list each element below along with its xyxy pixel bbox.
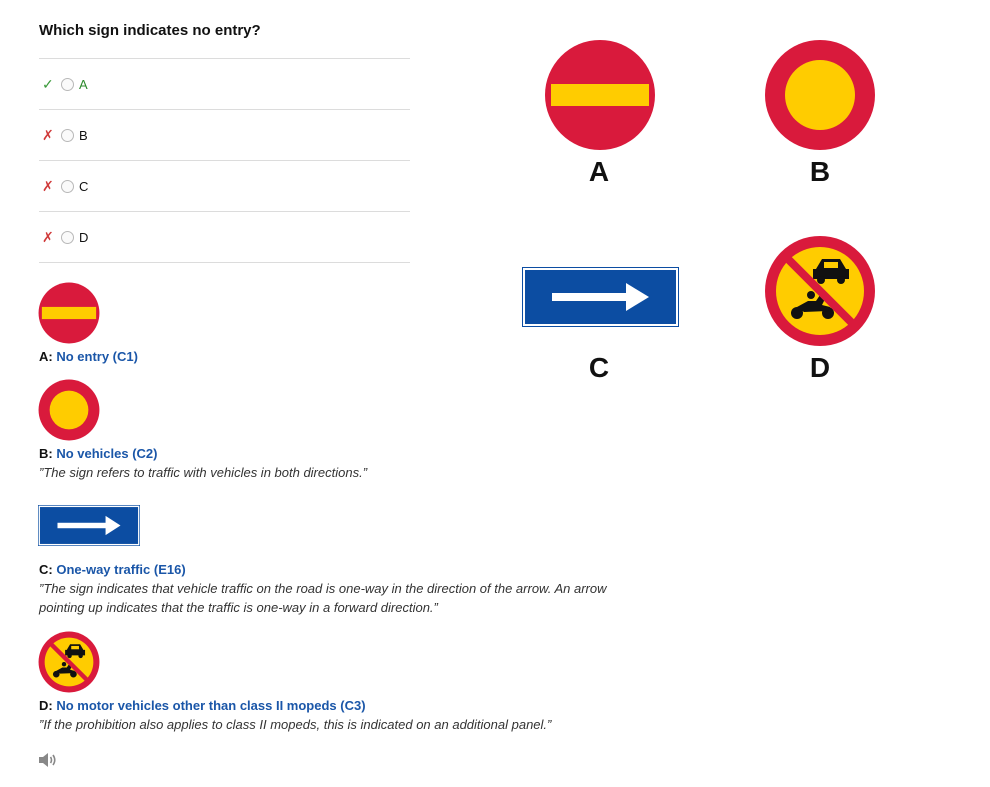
radio-a[interactable] [61, 78, 74, 91]
wrong-cross-icon: ✗ [42, 127, 54, 143]
no-motor-vehicles-sign-large [765, 236, 875, 346]
sign-label-a: A [588, 156, 610, 187]
option-b[interactable]: ✗ B [39, 109, 410, 160]
one-way-sign-small [38, 505, 140, 546]
explanation-letter: C: [39, 562, 53, 577]
no-entry-sign-large [545, 40, 655, 150]
option-a[interactable]: ✓ A [39, 58, 410, 109]
wrong-cross-icon: ✗ [42, 229, 54, 245]
explanation-a-title: A: No entry (C1) [39, 349, 138, 364]
option-label: B [79, 128, 88, 143]
option-c[interactable]: ✗ C [39, 160, 410, 211]
explanation-d-title: D: No motor vehicles other than class II… [39, 698, 366, 713]
no-motor-vehicles-sign-small [38, 631, 100, 693]
one-way-sign-large [522, 267, 679, 327]
option-label: D [79, 230, 89, 245]
option-d[interactable]: ✗ D [39, 211, 410, 263]
sign-label-c: C [588, 352, 610, 383]
explanation-b-link[interactable]: No vehicles (C2) [56, 446, 157, 461]
answer-options: ✓ A ✗ B ✗ C ✗ D [39, 58, 410, 263]
radio-d[interactable] [61, 231, 74, 244]
explanation-d-quote: ”If the prohibition also applies to clas… [39, 717, 552, 732]
explanation-d-link[interactable]: No motor vehicles other than class II mo… [56, 698, 365, 713]
explanation-b-quote: ”The sign refers to traffic with vehicle… [39, 465, 368, 480]
explanation-letter: A: [39, 349, 53, 364]
radio-c[interactable] [61, 180, 74, 193]
explanation-letter: D: [39, 698, 53, 713]
explanation-c-link[interactable]: One-way traffic (E16) [56, 562, 185, 577]
speaker-icon[interactable] [38, 751, 58, 769]
no-vehicles-sign-small [38, 379, 100, 441]
explanation-b-title: B: No vehicles (C2) [39, 446, 158, 461]
option-label: A [79, 77, 88, 92]
wrong-cross-icon: ✗ [42, 178, 54, 194]
no-entry-sign-small [38, 282, 100, 344]
sign-label-d: D [809, 352, 831, 383]
explanation-c-quote: ”The sign indicates that vehicle traffic… [39, 581, 607, 615]
no-vehicles-sign-large [765, 40, 875, 150]
explanation-a-link[interactable]: No entry (C1) [56, 349, 138, 364]
sign-label-b: B [809, 156, 831, 187]
option-label: C [79, 179, 89, 194]
explanation-c-title: C: One-way traffic (E16) [39, 562, 186, 577]
question-text: Which sign indicates no entry? [39, 22, 261, 39]
radio-b[interactable] [61, 129, 74, 142]
explanation-letter: B: [39, 446, 53, 461]
correct-check-icon: ✓ [42, 76, 54, 92]
